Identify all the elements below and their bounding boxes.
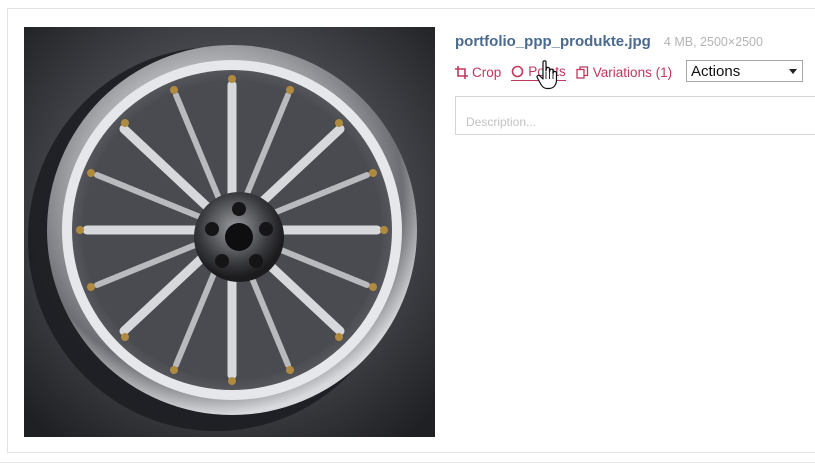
chevron-down-icon [789, 68, 797, 74]
actions-dropdown[interactable]: Actions [686, 60, 803, 82]
actions-dropdown-value: Actions [691, 62, 741, 80]
crop-icon [455, 65, 468, 79]
variations-label: Variations (1) [592, 64, 673, 80]
points-button[interactable]: Points [511, 64, 566, 81]
description-field[interactable] [455, 96, 815, 135]
file-meta: 4 MB, 2500×2500 [663, 35, 763, 49]
file-name-link[interactable]: portfolio_ppp_produkte.jpg [455, 33, 651, 50]
file-actions: Crop Points Variations (1) [455, 62, 682, 82]
divider [0, 462, 815, 463]
points-label: Points [528, 63, 566, 79]
variations-button[interactable]: Variations (1) [576, 65, 672, 80]
crop-button[interactable]: Crop [455, 65, 501, 80]
wheel-image [24, 27, 435, 437]
crop-label: Crop [472, 64, 502, 80]
circle-icon [511, 65, 524, 78]
copy-icon [576, 65, 589, 79]
file-title-row: portfolio_ppp_produkte.jpg 4 MB, 2500×25… [455, 31, 763, 50]
image-thumbnail[interactable] [24, 27, 435, 437]
